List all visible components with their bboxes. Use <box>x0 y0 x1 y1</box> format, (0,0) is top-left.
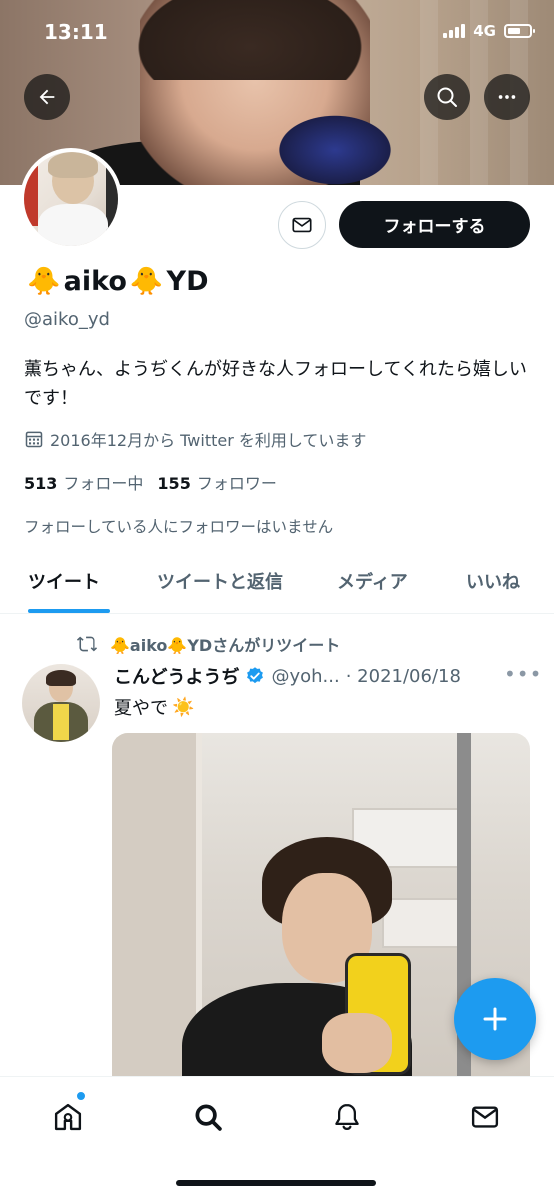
follow-button[interactable]: フォローする <box>339 201 530 248</box>
tab-likes[interactable]: いいね <box>466 568 520 594</box>
followers-label: フォロワー <box>196 474 277 493</box>
calendar-icon <box>25 431 43 448</box>
tab-tweets-replies[interactable]: ツイートと返信 <box>157 568 283 594</box>
arrow-left-icon <box>39 89 55 105</box>
status-indicators: 4G <box>443 22 535 40</box>
plus-icon <box>483 1007 507 1031</box>
home-icon <box>54 1103 82 1131</box>
joined-date: 2016年12月から Twitter を利用しています <box>24 427 366 451</box>
network-label: 4G <box>473 22 496 40</box>
profile-avatar[interactable] <box>20 148 122 250</box>
mail-icon <box>292 217 312 233</box>
profile-tabs: ツイート ツイートと返信 メディア いいね <box>0 560 554 614</box>
message-button[interactable] <box>278 201 326 249</box>
home-notification-dot <box>76 1091 86 1101</box>
chick-emoji: 🐥 <box>27 266 61 297</box>
nav-notifications[interactable] <box>327 1097 367 1137</box>
home-indicator <box>176 1180 376 1186</box>
follow-counts: 513 フォロー中 155 フォロワー <box>24 470 277 494</box>
retweet-by-text: 🐥aiko🐥YDさんがリツイート <box>110 636 341 655</box>
following-count: 513 <box>24 474 58 493</box>
retweet-indicator: 🐥aiko🐥YDさんがリツイート <box>74 632 340 656</box>
search-icon <box>437 87 457 107</box>
nav-home[interactable] <box>48 1097 88 1137</box>
mail-icon <box>471 1106 499 1128</box>
bell-icon <box>335 1104 359 1131</box>
chick-emoji: 🐥 <box>129 266 164 297</box>
nav-explore[interactable] <box>188 1097 228 1137</box>
active-tab-indicator <box>28 609 110 613</box>
display-name: 🐥 aiko 🐥 YD <box>24 265 209 298</box>
status-time: 13:11 <box>44 20 108 44</box>
followers-link[interactable]: 155 フォロワー <box>157 470 276 494</box>
back-button[interactable] <box>24 74 70 120</box>
tweet-more-button[interactable]: ••• <box>504 662 542 686</box>
search-button[interactable] <box>424 74 470 120</box>
following-link[interactable]: 513 フォロー中 <box>24 470 143 494</box>
joined-text: 2016年12月から Twitter を利用しています <box>50 431 367 450</box>
more-button[interactable] <box>484 74 530 120</box>
tweet-text-body: 夏やで <box>114 698 168 719</box>
search-icon <box>195 1104 222 1131</box>
tweet-author-handle[interactable]: @yoh... <box>271 666 339 687</box>
tweet-text: 夏やで ☀️ <box>114 694 194 720</box>
battery-icon <box>504 24 535 38</box>
tab-tweets[interactable]: ツイート <box>28 568 100 594</box>
following-label: フォロー中 <box>63 474 144 493</box>
tweet-header: こんどうようぢ @yoh... · 2021/06/18 <box>114 663 461 689</box>
profile-bio: 薫ちゃん、ようぢくんが好きな人フォローしてくれたら嬉しいです！ <box>24 359 527 409</box>
display-name-part2: YD <box>166 265 209 297</box>
more-horizontal-icon <box>498 95 516 99</box>
nav-messages[interactable] <box>465 1097 505 1137</box>
tab-media[interactable]: メディア <box>337 568 408 594</box>
sun-emoji: ☀️ <box>172 696 195 718</box>
signal-icon <box>443 24 466 38</box>
verified-badge-icon <box>247 667 264 684</box>
display-name-part1: aiko <box>63 265 127 297</box>
profile-handle: @aiko_yd <box>24 309 110 330</box>
tweet-date: · 2021/06/18 <box>345 665 461 687</box>
followers-count: 155 <box>157 474 191 493</box>
tweet-author-name[interactable]: こんどうようぢ <box>114 663 239 689</box>
mutual-followers-note: フォローしている人にフォロワーはいません <box>24 518 334 536</box>
tweet-author-avatar[interactable] <box>22 664 100 742</box>
compose-tweet-button[interactable] <box>454 978 536 1060</box>
retweet-icon <box>76 636 98 652</box>
